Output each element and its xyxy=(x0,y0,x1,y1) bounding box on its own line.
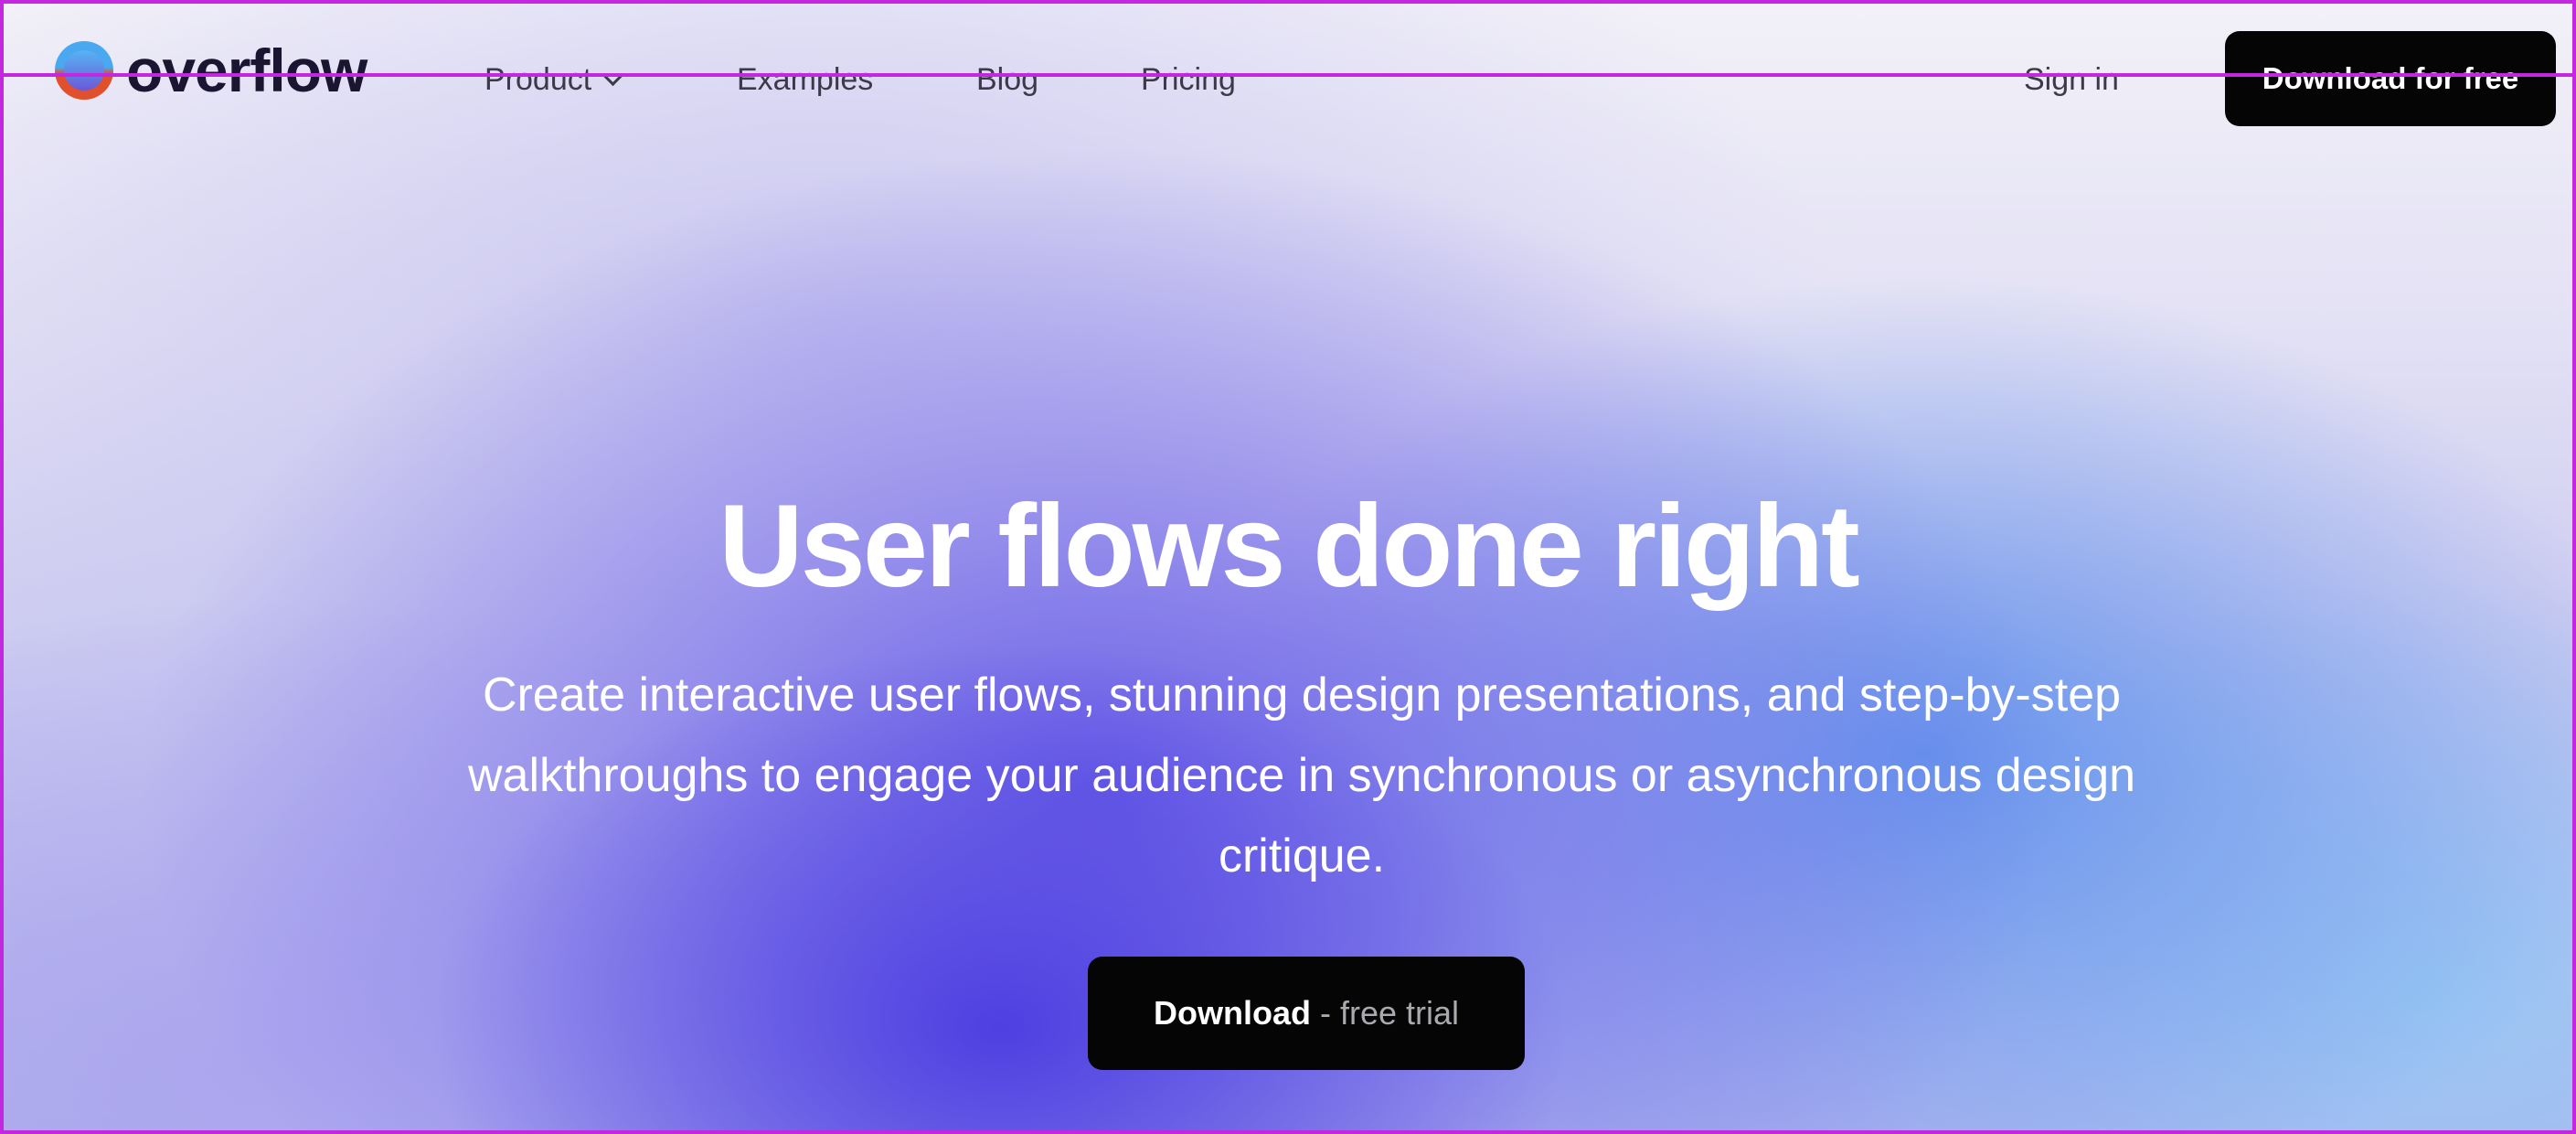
top-navigation: overflow Product Examples Blog Pricing S… xyxy=(4,4,2572,159)
overflow-logo-icon xyxy=(55,41,113,100)
hero-title: User flows done right xyxy=(719,481,1860,612)
nav-examples[interactable]: Examples xyxy=(737,64,873,95)
sign-in-link[interactable]: Sign in xyxy=(2024,64,2119,95)
nav-product-label: Product xyxy=(484,62,592,97)
nav-product[interactable]: Product xyxy=(484,62,623,97)
hero-subtitle: Create interactive user flows, stunning … xyxy=(467,669,2136,883)
download-free-trial-button[interactable]: Download - free trial xyxy=(1088,957,1525,1070)
brand-name: overflow xyxy=(126,37,367,104)
browser-viewport: overflow Product Examples Blog Pricing S… xyxy=(0,0,2576,1134)
download-button-label: Download xyxy=(1153,994,1311,1032)
nav-blog[interactable]: Blog xyxy=(976,64,1038,95)
highlight-line xyxy=(4,73,2572,77)
download-for-free-button[interactable]: Download for free xyxy=(2225,31,2556,126)
brand-logo[interactable]: overflow xyxy=(55,40,367,101)
free-trial-label: - free trial xyxy=(1319,994,1460,1032)
nav-pricing[interactable]: Pricing xyxy=(1141,64,1236,95)
